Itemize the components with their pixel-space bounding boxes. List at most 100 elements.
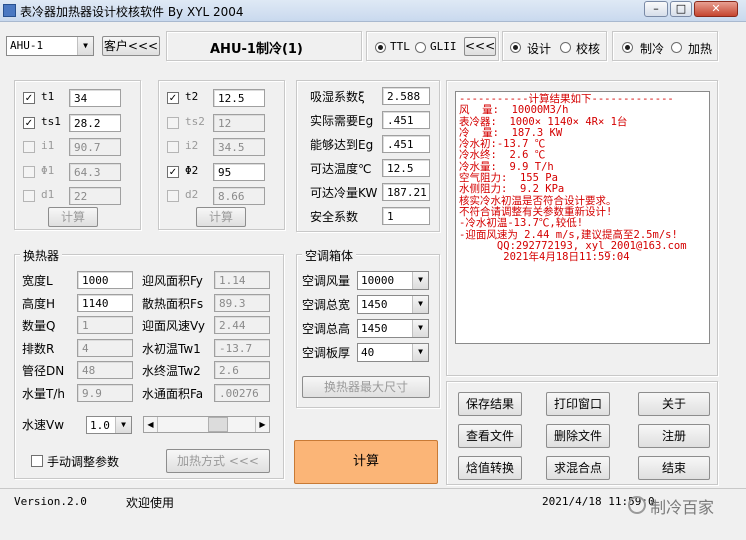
exchanger-value-field[interactable]: 1 xyxy=(77,316,133,334)
customer-button[interactable]: 客户<<< xyxy=(102,36,160,56)
inlet-calc-button[interactable]: 计算 xyxy=(48,207,98,227)
ahu-label: 空调风量 xyxy=(302,274,351,288)
exchanger-value-field[interactable]: 48 xyxy=(77,361,133,379)
ttl-radio[interactable] xyxy=(375,42,386,53)
row-value-field[interactable]: 34.5 xyxy=(213,138,265,156)
manual-adjust-checkbox[interactable] xyxy=(31,455,43,467)
exchanger-value-field[interactable]: 2.6 xyxy=(214,361,270,379)
outlet-calc-button[interactable]: 计算 xyxy=(196,207,246,227)
row-label: t2 xyxy=(185,90,199,103)
exchanger-label: 水初温Tw1 xyxy=(142,341,201,356)
row-value-field[interactable]: 12.5 xyxy=(213,89,265,107)
fin-back-button[interactable]: <<< xyxy=(464,37,496,56)
exchanger-label: 散热面积Fs xyxy=(142,296,204,311)
exchanger-value-field[interactable]: 89.3 xyxy=(214,293,270,312)
max-size-button[interactable]: 换热器最大尺寸 xyxy=(302,376,430,398)
scroll-left-icon[interactable]: ◀ xyxy=(144,417,158,432)
water-speed-select[interactable]: 1.0 ▼ xyxy=(86,416,132,434)
ahu-select-value: 10000 xyxy=(361,274,395,287)
coef-label: 实际需要Eg xyxy=(310,114,374,128)
ahu-select[interactable]: 40 ▼ xyxy=(357,343,429,362)
about-button[interactable]: 关于 xyxy=(638,392,710,416)
exchanger-value-field[interactable]: 1000 xyxy=(77,271,133,289)
exchanger-label: 数量Q xyxy=(22,319,56,333)
result-line: -冷水初温-13.7℃,较低! xyxy=(459,217,584,230)
save-result-button[interactable]: 保存结果 xyxy=(458,392,522,416)
exchanger-label: 水通面积Fa xyxy=(142,386,204,401)
chevron-down-icon: ▼ xyxy=(412,296,428,313)
row-checkbox[interactable]: ✓ xyxy=(167,165,179,178)
coef-value-field[interactable]: 2.588 xyxy=(382,87,430,105)
exchanger-label: 宽度L xyxy=(22,274,53,288)
view-file-button[interactable]: 查看文件 xyxy=(458,424,522,448)
row-value-field[interactable]: 64.3 xyxy=(69,162,121,181)
row-checkbox[interactable] xyxy=(167,190,179,202)
exchanger-value-field[interactable]: 2.44 xyxy=(214,316,270,334)
exchanger-value-field[interactable]: .00276 xyxy=(214,383,270,402)
exchanger-value-field[interactable]: 4 xyxy=(77,338,133,357)
exchanger-value-field[interactable]: 9.9 xyxy=(77,383,133,402)
row-value-field[interactable]: 22 xyxy=(69,187,121,205)
water-speed-scrollbar[interactable]: ◀ ▶ xyxy=(143,416,270,433)
row-value-field[interactable]: 12 xyxy=(213,113,265,132)
check-radio[interactable] xyxy=(560,42,571,53)
row-checkbox[interactable] xyxy=(23,141,35,153)
heating-mode-button[interactable]: 加热方式 <<< xyxy=(166,449,270,473)
row-checkbox[interactable]: ✓ xyxy=(23,92,35,104)
design-radio[interactable] xyxy=(510,42,521,53)
window-title: 表冷器加热器设计校核软件 By XYL 2004 xyxy=(20,5,244,19)
calculate-button[interactable]: 计算 xyxy=(294,440,438,484)
row-value-field[interactable]: 34 xyxy=(69,89,121,107)
check-label: 校核 xyxy=(576,42,601,56)
result-line: 风 量: 10000M3/h xyxy=(459,104,569,117)
ahu-select[interactable]: 10000 ▼ xyxy=(357,271,429,290)
exit-button[interactable]: 结束 xyxy=(638,456,710,480)
exchanger-label: 迎风面积Fy xyxy=(142,274,203,288)
exchanger-value-field[interactable]: 1.14 xyxy=(214,271,270,289)
coef-value-field[interactable]: 187.21 xyxy=(382,183,430,201)
row-value-field[interactable]: 28.2 xyxy=(69,113,121,132)
row-checkbox[interactable]: ✓ xyxy=(23,116,35,129)
delete-file-button[interactable]: 删除文件 xyxy=(546,424,610,448)
coef-value-field[interactable]: .451 xyxy=(382,135,430,153)
app-icon xyxy=(3,4,16,17)
watermark-text: 制冷百家 xyxy=(650,498,715,517)
ahu-select-value: 1450 xyxy=(361,322,388,335)
row-value-field[interactable]: 8.66 xyxy=(213,187,265,205)
water-speed-label: 水速Vw xyxy=(22,418,65,432)
row-value-field[interactable]: 95 xyxy=(213,162,265,181)
enthalpy-convert-button[interactable]: 焓值转换 xyxy=(458,456,522,480)
coef-value-field[interactable]: 12.5 xyxy=(382,159,430,177)
print-window-button[interactable]: 打印窗口 xyxy=(546,392,610,416)
row-checkbox[interactable] xyxy=(23,190,35,202)
result-text-area[interactable]: -----------计算结果如下------------- 风 量: 10000… xyxy=(455,91,710,344)
ahu-select[interactable]: 1450 ▼ xyxy=(357,319,429,338)
mixing-point-button[interactable]: 求混合点 xyxy=(546,456,610,480)
maximize-button[interactable]: □ xyxy=(670,1,692,17)
unit-select[interactable]: AHU-1 ▼ xyxy=(6,36,94,56)
coef-value-field[interactable]: 1 xyxy=(382,207,430,225)
row-checkbox[interactable]: ✓ xyxy=(167,92,179,104)
register-button[interactable]: 注册 xyxy=(638,424,710,448)
ahu-select[interactable]: 1450 ▼ xyxy=(357,295,429,314)
cooling-radio[interactable] xyxy=(622,42,633,53)
row-label: i1 xyxy=(41,139,55,152)
scroll-right-icon[interactable]: ▶ xyxy=(255,417,269,432)
welcome-label: 欢迎使用 xyxy=(126,496,175,510)
row-checkbox[interactable] xyxy=(167,116,179,129)
scroll-thumb[interactable] xyxy=(208,417,228,432)
chevron-down-icon: ▼ xyxy=(412,272,428,289)
exchanger-label: 水量T/h xyxy=(22,386,65,401)
row-value-field[interactable]: 90.7 xyxy=(69,138,121,156)
chevron-down-icon: ▼ xyxy=(412,344,428,361)
close-button[interactable]: ✕ xyxy=(694,1,738,17)
coef-value-field[interactable]: .451 xyxy=(382,111,430,129)
heating-radio[interactable] xyxy=(671,42,682,53)
exchanger-value-field[interactable]: 1140 xyxy=(77,293,133,312)
row-checkbox[interactable] xyxy=(167,141,179,153)
minimize-button[interactable]: – xyxy=(644,1,668,17)
watermark-logo-icon xyxy=(628,496,646,514)
exchanger-value-field[interactable]: -13.7 xyxy=(214,338,270,357)
row-checkbox[interactable] xyxy=(23,165,35,178)
glii-radio[interactable] xyxy=(415,42,426,53)
